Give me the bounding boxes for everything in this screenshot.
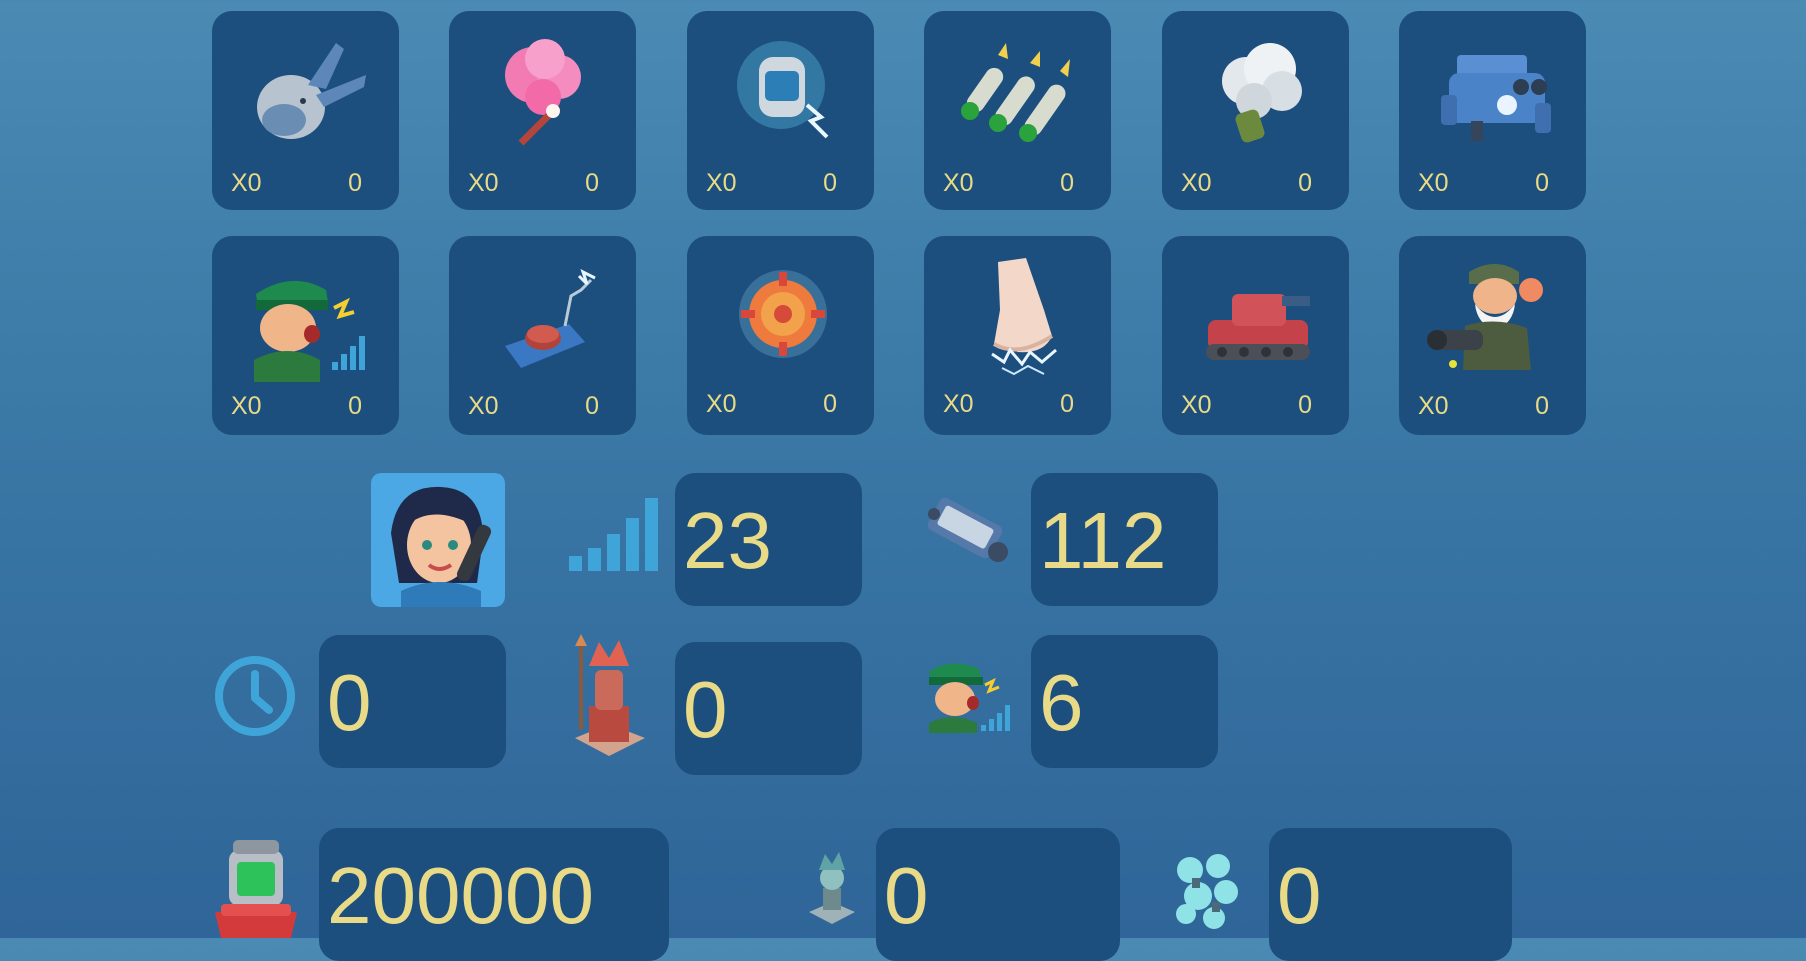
card-qty: X0 xyxy=(1181,391,1212,419)
officer-shout-icon xyxy=(929,663,1010,733)
card-grenadier-hero[interactable]: X0 0 xyxy=(1399,236,1586,435)
card-qty: X0 xyxy=(943,169,974,197)
card-electric-fist[interactable]: X0 0 xyxy=(924,236,1111,435)
card-count: 0 xyxy=(1298,391,1312,419)
officer-shout-icon xyxy=(254,280,365,382)
missiles-icon xyxy=(961,43,1070,142)
card-count: 0 xyxy=(823,169,837,197)
shock-capsule-icon xyxy=(737,41,829,139)
card-count: 0 xyxy=(823,390,837,418)
card-qty: X0 xyxy=(468,169,499,197)
card-qty: X0 xyxy=(468,392,499,420)
mech-icon xyxy=(1441,55,1551,141)
ammo-value: 112 xyxy=(1031,473,1218,606)
card-count: 0 xyxy=(1535,169,1549,197)
crystal-cluster-icon xyxy=(1176,854,1238,929)
gold-value: 200000 xyxy=(319,828,669,961)
card-qty: X0 xyxy=(706,169,737,197)
detonator-icon xyxy=(505,269,596,368)
signal-strength-icon xyxy=(569,498,658,571)
card-qty: X0 xyxy=(1418,169,1449,197)
gear-shield-icon xyxy=(739,270,827,358)
timer-value: 0 xyxy=(319,635,506,768)
idol-icon xyxy=(809,852,855,924)
officer-value: 6 xyxy=(1031,635,1218,768)
card-count: 0 xyxy=(585,392,599,420)
statue-value: 0 xyxy=(675,642,862,775)
card-red-tank[interactable]: X0 0 xyxy=(1162,236,1349,435)
card-count: 0 xyxy=(1060,169,1074,197)
card-smoke-grenade[interactable]: X0 0 xyxy=(1162,11,1349,210)
card-count: 0 xyxy=(1060,390,1074,418)
grenadier-hero-icon xyxy=(1427,264,1543,370)
bomb-icon xyxy=(257,43,366,139)
idol-value: 0 xyxy=(876,828,1120,961)
card-officer-shout[interactable]: X0 0 xyxy=(212,236,399,435)
card-bomb[interactable]: X0 0 xyxy=(212,11,399,210)
flare-icon xyxy=(505,39,581,146)
card-qty: X0 xyxy=(943,390,974,418)
level-value: 23 xyxy=(675,473,862,606)
card-count: 0 xyxy=(585,169,599,197)
card-count: 0 xyxy=(1535,392,1549,420)
red-tank-icon xyxy=(1206,294,1310,360)
electric-fist-icon xyxy=(991,258,1057,376)
card-qty: X0 xyxy=(1181,169,1212,197)
card-count: 0 xyxy=(348,169,362,197)
card-detonator[interactable]: X0 0 xyxy=(449,236,636,435)
player-avatar xyxy=(371,473,505,607)
card-qty: X0 xyxy=(706,390,737,418)
card-qty: X0 xyxy=(231,169,262,197)
card-missiles[interactable]: X0 0 xyxy=(924,11,1111,210)
card-count: 0 xyxy=(1298,169,1312,197)
card-mech[interactable]: X0 0 xyxy=(1399,11,1586,210)
card-qty: X0 xyxy=(1418,392,1449,420)
card-flare[interactable]: X0 0 xyxy=(449,11,636,210)
card-shock-capsule[interactable]: X0 0 xyxy=(687,11,874,210)
clock-icon xyxy=(215,656,295,736)
gold-storage-icon xyxy=(215,840,297,938)
card-qty: X0 xyxy=(231,392,262,420)
card-count: 0 xyxy=(348,392,362,420)
crystals-value: 0 xyxy=(1269,828,1512,961)
statue-icon xyxy=(575,634,645,756)
card-gear-shield[interactable]: X0 0 xyxy=(687,236,874,435)
ammo-belt-icon xyxy=(927,497,1008,562)
smoke-grenade-icon xyxy=(1222,43,1302,143)
